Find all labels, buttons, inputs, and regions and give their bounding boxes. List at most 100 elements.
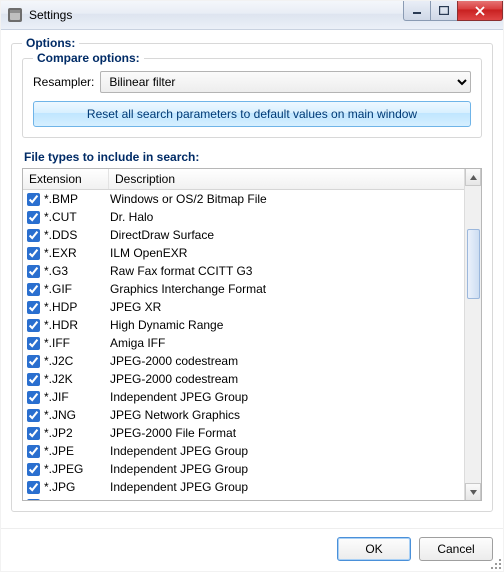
extension-cell: *.EXR <box>44 246 110 260</box>
description-cell: Independent JPEG Group <box>110 462 464 476</box>
column-header-extension[interactable]: Extension <box>23 169 109 189</box>
list-header: Extension Description <box>23 169 464 190</box>
description-cell: JPEG XR <box>110 498 464 500</box>
table-row[interactable]: *.HDPJPEG XR <box>23 298 464 316</box>
description-cell: Raw Fax format CCITT G3 <box>110 264 464 278</box>
description-cell: Dr. Halo <box>110 210 464 224</box>
minimize-button[interactable] <box>403 1 431 21</box>
description-cell: Windows or OS/2 Bitmap File <box>110 192 464 206</box>
description-cell: JPEG-2000 codestream <box>110 354 464 368</box>
resampler-label: Resampler: <box>33 75 94 89</box>
extension-cell: *.G3 <box>44 264 110 278</box>
description-cell: Graphics Interchange Format <box>110 282 464 296</box>
include-checkbox[interactable] <box>27 391 40 404</box>
ok-button[interactable]: OK <box>337 537 411 561</box>
description-cell: JPEG-2000 codestream <box>110 372 464 386</box>
compare-options-group: Compare options: Resampler: Bilinear fil… <box>22 58 482 138</box>
cancel-button[interactable]: Cancel <box>419 537 493 561</box>
include-checkbox[interactable] <box>27 265 40 278</box>
resampler-select[interactable]: Bilinear filter <box>100 71 471 93</box>
extension-cell: *.HDR <box>44 318 110 332</box>
include-checkbox[interactable] <box>27 445 40 458</box>
app-icon <box>7 7 23 23</box>
table-row[interactable]: *.JPEIndependent JPEG Group <box>23 442 464 460</box>
extension-cell: *.JP2 <box>44 426 110 440</box>
table-row[interactable]: *.GIFGraphics Interchange Format <box>23 280 464 298</box>
filetypes-list: Extension Description *.BMPWindows or OS… <box>22 168 482 501</box>
extension-cell: *.J2K <box>44 372 110 386</box>
include-checkbox[interactable] <box>27 355 40 368</box>
table-row[interactable]: *.EXRILM OpenEXR <box>23 244 464 262</box>
scroll-thumb[interactable] <box>467 229 480 299</box>
include-checkbox[interactable] <box>27 463 40 476</box>
filetypes-label: File types to include in search: <box>24 150 482 164</box>
include-checkbox[interactable] <box>27 193 40 206</box>
table-row[interactable]: *.JP2JPEG-2000 File Format <box>23 424 464 442</box>
description-cell: DirectDraw Surface <box>110 228 464 242</box>
extension-cell: *.GIF <box>44 282 110 296</box>
vertical-scrollbar[interactable] <box>464 169 481 500</box>
description-cell: JPEG-2000 File Format <box>110 426 464 440</box>
extension-cell: *.JIF <box>44 390 110 404</box>
include-checkbox[interactable] <box>27 337 40 350</box>
table-row[interactable]: *.G3Raw Fax format CCITT G3 <box>23 262 464 280</box>
client-area: Options: Compare options: Resampler: Bil… <box>1 30 503 528</box>
extension-cell: *.DDS <box>44 228 110 242</box>
table-row[interactable]: *.JPEGIndependent JPEG Group <box>23 460 464 478</box>
extension-cell: *.JPE <box>44 444 110 458</box>
table-row[interactable]: *.J2CJPEG-2000 codestream <box>23 352 464 370</box>
table-row[interactable]: *.CUTDr. Halo <box>23 208 464 226</box>
include-checkbox[interactable] <box>27 247 40 260</box>
description-cell: Amiga IFF <box>110 336 464 350</box>
extension-cell: *.J2C <box>44 354 110 368</box>
options-group: Options: Compare options: Resampler: Bil… <box>11 36 493 512</box>
maximize-button[interactable] <box>430 1 458 21</box>
description-cell: Independent JPEG Group <box>110 390 464 404</box>
table-row[interactable]: *.JIFIndependent JPEG Group <box>23 388 464 406</box>
table-row[interactable]: *.JNGJPEG Network Graphics <box>23 406 464 424</box>
close-button[interactable] <box>457 1 503 21</box>
description-cell: JPEG XR <box>110 300 464 314</box>
include-checkbox[interactable] <box>27 481 40 494</box>
description-cell: ILM OpenEXR <box>110 246 464 260</box>
extension-cell: *.BMP <box>44 192 110 206</box>
column-header-description[interactable]: Description <box>109 172 464 186</box>
extension-cell: *.HDP <box>44 300 110 314</box>
window-buttons <box>404 1 503 21</box>
include-checkbox[interactable] <box>27 319 40 332</box>
include-checkbox[interactable] <box>27 409 40 422</box>
window-title: Settings <box>29 8 72 22</box>
scroll-up-button[interactable] <box>465 169 481 186</box>
include-checkbox[interactable] <box>27 283 40 296</box>
list-body: *.BMPWindows or OS/2 Bitmap File*.CUTDr.… <box>23 190 464 500</box>
extension-cell: *.JPEG <box>44 462 110 476</box>
extension-cell: *.JPG <box>44 480 110 494</box>
extension-cell: *.JXR <box>44 498 110 500</box>
extension-cell: *.CUT <box>44 210 110 224</box>
include-checkbox[interactable] <box>27 373 40 386</box>
table-row[interactable]: *.HDRHigh Dynamic Range <box>23 316 464 334</box>
table-row[interactable]: *.DDSDirectDraw Surface <box>23 226 464 244</box>
description-cell: Independent JPEG Group <box>110 444 464 458</box>
extension-cell: *.IFF <box>44 336 110 350</box>
compare-options-legend: Compare options: <box>33 51 144 65</box>
include-checkbox[interactable] <box>27 229 40 242</box>
titlebar: Settings <box>1 1 503 30</box>
table-row[interactable]: *.J2KJPEG-2000 codestream <box>23 370 464 388</box>
table-row[interactable]: *.JXRJPEG XR <box>23 496 464 500</box>
scroll-down-button[interactable] <box>465 483 481 500</box>
include-checkbox[interactable] <box>27 211 40 224</box>
description-cell: JPEG Network Graphics <box>110 408 464 422</box>
description-cell: Independent JPEG Group <box>110 480 464 494</box>
include-checkbox[interactable] <box>27 301 40 314</box>
extension-cell: *.JNG <box>44 408 110 422</box>
include-checkbox[interactable] <box>27 499 40 500</box>
description-cell: High Dynamic Range <box>110 318 464 332</box>
include-checkbox[interactable] <box>27 427 40 440</box>
options-legend: Options: <box>22 36 79 50</box>
dialog-buttons: OK Cancel <box>1 528 503 571</box>
table-row[interactable]: *.IFFAmiga IFF <box>23 334 464 352</box>
table-row[interactable]: *.JPGIndependent JPEG Group <box>23 478 464 496</box>
reset-search-button[interactable]: Reset all search parameters to default v… <box>33 101 471 127</box>
table-row[interactable]: *.BMPWindows or OS/2 Bitmap File <box>23 190 464 208</box>
